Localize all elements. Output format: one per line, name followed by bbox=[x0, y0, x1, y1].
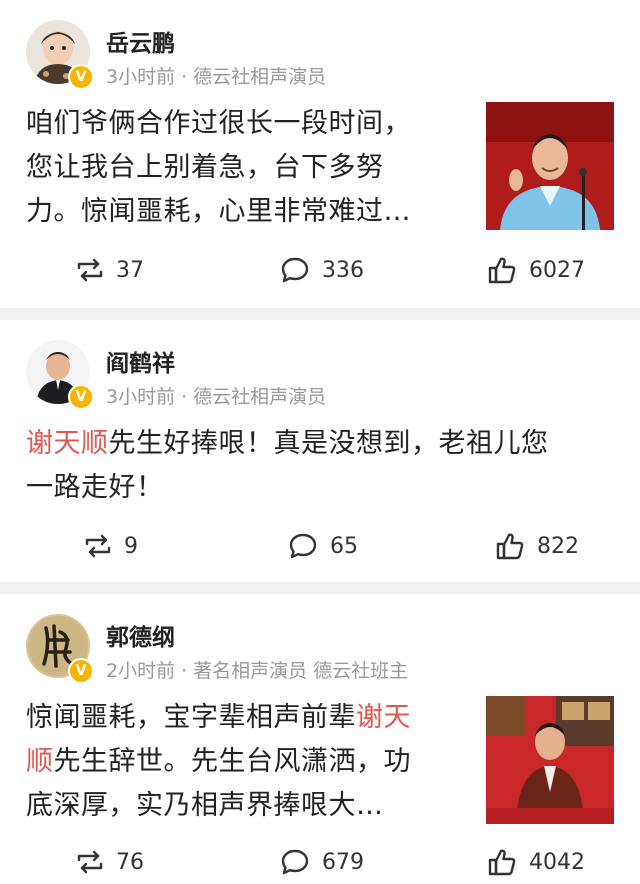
comment-count: 679 bbox=[322, 849, 364, 875]
author-name[interactable]: 岳云鹏 bbox=[106, 24, 175, 58]
repost-count: 37 bbox=[116, 257, 144, 283]
repost-count: 9 bbox=[124, 533, 138, 559]
comment-icon bbox=[289, 533, 317, 559]
text-segment: 力。惊闻噩耗，心里非常难过… bbox=[26, 196, 411, 227]
text-segment: 先生辞世。先生台风潇洒，功 bbox=[53, 746, 411, 777]
post-text-line: 力。惊闻噩耗，心里非常难过… bbox=[26, 190, 411, 234]
repost-icon bbox=[77, 850, 103, 874]
author-tag: 著名相声演员 德云社班主 bbox=[193, 660, 409, 682]
post-image[interactable] bbox=[486, 696, 614, 824]
text-segment: 您让我台上别着急，台下多努 bbox=[26, 152, 384, 183]
like-button[interactable]: 822 bbox=[495, 526, 579, 566]
post-text[interactable]: 谢天顺先生好捧哏！真是没想到，老祖儿您一路走好！ bbox=[26, 422, 549, 510]
comment-count: 336 bbox=[322, 257, 364, 283]
like-count: 6027 bbox=[529, 257, 585, 283]
like-count: 4042 bbox=[529, 849, 585, 875]
verified-badge-icon: V bbox=[68, 64, 94, 90]
comment-icon bbox=[281, 257, 309, 283]
repost-icon bbox=[77, 258, 103, 282]
action-bar: 76 679 4042 bbox=[0, 842, 640, 882]
post-text-line: 惊闻噩耗，宝字辈相声前辈谢天 bbox=[26, 696, 411, 740]
post-text[interactable]: 惊闻噩耗，宝字辈相声前辈谢天 顺先生辞世。先生台风潇洒，功 底深厚，实乃相声界捧哏大… bbox=[26, 696, 411, 828]
post-time: 2小时前 bbox=[106, 660, 176, 682]
post-text-line: 咱们爷俩合作过很长一段时间， bbox=[26, 102, 411, 146]
post-text-line: 您让我台上别着急，台下多努 bbox=[26, 146, 411, 190]
text-segment: 一路走好！ bbox=[26, 472, 164, 503]
repost-button[interactable]: 37 bbox=[76, 250, 144, 290]
text-segment: 惊闻噩耗，宝字辈相声前辈 bbox=[26, 702, 356, 733]
mention-link[interactable]: 谢天 bbox=[356, 702, 411, 733]
verified-badge-icon: V bbox=[68, 384, 94, 410]
comment-button[interactable]: 65 bbox=[288, 526, 358, 566]
weibo-post-card[interactable]: V 岳云鹏 3小时前 · 德云社相声演员 咱们爷俩合作过很长一段时间， 您让我台上别着… bbox=[0, 0, 640, 308]
mention-link[interactable]: 顺 bbox=[26, 746, 54, 777]
text-segment: 先生好捧哏！真是没想到，老祖儿您 bbox=[108, 428, 549, 459]
post-meta: 3小时前 · 德云社相声演员 bbox=[106, 382, 326, 409]
post-meta: 2小时前 · 著名相声演员 德云社班主 bbox=[106, 656, 408, 683]
post-image[interactable] bbox=[486, 102, 614, 230]
author-tag: 德云社相声演员 bbox=[193, 386, 327, 408]
action-bar: 9 65 822 bbox=[0, 526, 640, 566]
meta-separator: · bbox=[181, 66, 188, 88]
post-text-line: 一路走好！ bbox=[26, 466, 549, 510]
meta-separator: · bbox=[181, 386, 188, 408]
weibo-post-card[interactable]: V 阎鹤祥 3小时前 · 德云社相声演员 谢天顺先生好捧哏！真是没想到，老祖儿您一路… bbox=[0, 320, 640, 582]
like-icon bbox=[496, 533, 524, 560]
post-time: 3小时前 bbox=[106, 66, 176, 88]
like-button[interactable]: 6027 bbox=[487, 250, 585, 290]
like-icon bbox=[488, 849, 516, 876]
text-segment: 底深厚，实乃相声界捧哏大… bbox=[26, 790, 384, 821]
repost-icon bbox=[85, 534, 111, 558]
meta-separator: · bbox=[181, 660, 188, 682]
author-name[interactable]: 郭德纲 bbox=[106, 618, 175, 652]
text-segment: 咱们爷俩合作过很长一段时间， bbox=[26, 108, 411, 139]
post-text-line: 顺先生辞世。先生台风潇洒，功 bbox=[26, 740, 411, 784]
like-button[interactable]: 4042 bbox=[487, 842, 585, 882]
repost-button[interactable]: 9 bbox=[84, 526, 138, 566]
weibo-post-card[interactable]: V 郭德纲 2小时前 · 著名相声演员 德云社班主 惊闻噩耗，宝字辈相声前辈谢天 顺先… bbox=[0, 594, 640, 884]
like-count: 822 bbox=[537, 533, 579, 559]
author-name[interactable]: 阎鹤祥 bbox=[106, 344, 175, 378]
post-text-line: 底深厚，实乃相声界捧哏大… bbox=[26, 784, 411, 828]
post-text[interactable]: 咱们爷俩合作过很长一段时间， 您让我台上别着急，台下多努 力。惊闻噩耗，心里非常难过… bbox=[26, 102, 411, 234]
repost-button[interactable]: 76 bbox=[76, 842, 144, 882]
comment-button[interactable]: 336 bbox=[280, 250, 364, 290]
post-meta: 3小时前 · 德云社相声演员 bbox=[106, 62, 326, 89]
repost-count: 76 bbox=[116, 849, 144, 875]
post-text-line: 谢天顺先生好捧哏！真是没想到，老祖儿您 bbox=[26, 422, 549, 466]
comment-count: 65 bbox=[330, 533, 358, 559]
author-tag: 德云社相声演员 bbox=[193, 66, 327, 88]
action-bar: 37 336 6027 bbox=[0, 250, 640, 290]
verified-badge-icon: V bbox=[68, 658, 94, 684]
comment-button[interactable]: 679 bbox=[280, 842, 364, 882]
like-icon bbox=[488, 257, 516, 284]
post-time: 3小时前 bbox=[106, 386, 176, 408]
mention-link[interactable]: 谢天顺 bbox=[26, 428, 109, 459]
comment-icon bbox=[281, 849, 309, 875]
